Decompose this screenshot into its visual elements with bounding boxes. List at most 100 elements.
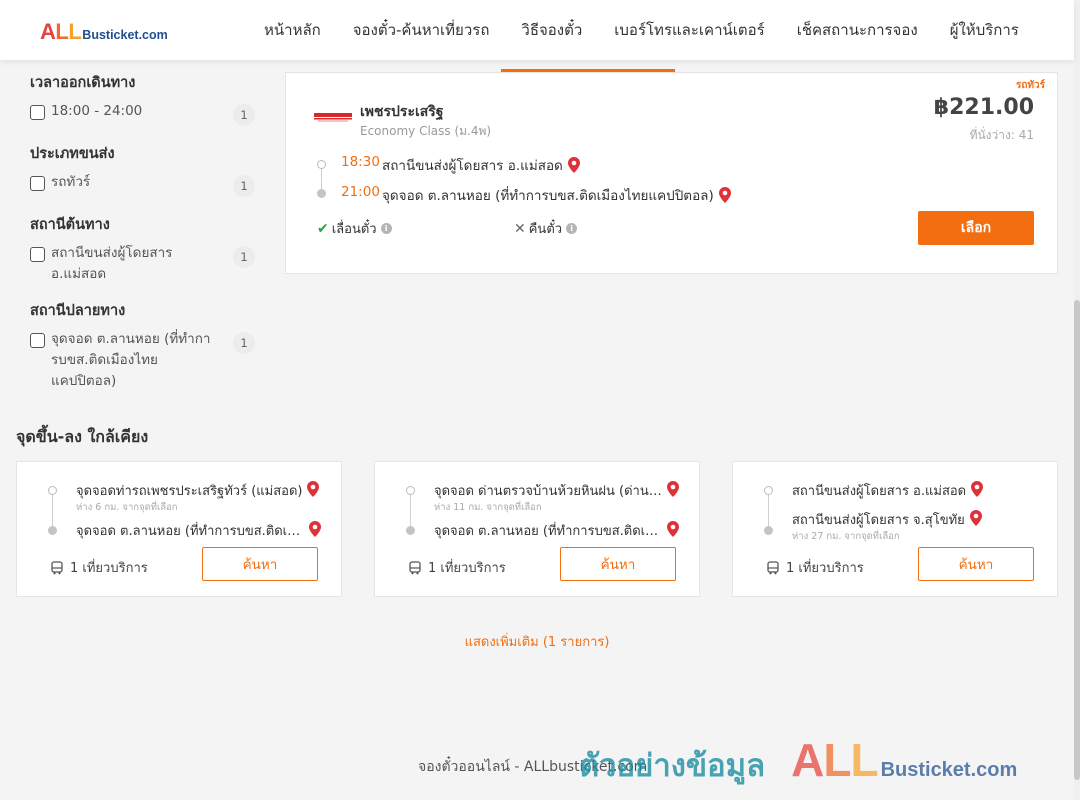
watermark-wordmark: Busticket.com: [880, 759, 1018, 781]
logo-all-letters: ALL: [40, 19, 82, 44]
nearby-to: จุดจอด ต.ลานหอย (ที่ทำการบขส.ติดเมืองไทย…: [76, 520, 328, 541]
map-pin-icon[interactable]: [971, 481, 984, 497]
seats-available: ที่นั่งว่าง: 41: [969, 128, 1034, 142]
map-pin-icon[interactable]: [667, 481, 679, 497]
nearby-trip-count: 1 เที่ยวบริการ: [50, 557, 148, 578]
filter-count-badge: 1: [233, 332, 255, 354]
feature-label: เลื่อนตั๋ว: [331, 222, 377, 237]
nearby-trip-count: 1 เที่ยวบริการ: [766, 557, 864, 578]
nav-home[interactable]: หน้าหลัก: [248, 18, 337, 42]
filter-count-badge: 1: [233, 175, 255, 197]
filter-checkbox[interactable]: [30, 105, 45, 120]
filter-count-badge: 1: [233, 104, 255, 126]
filter-origin: สถานีต้นทาง สถานีขนส่งผู้โดยสาร อ.แม่สอด…: [30, 213, 255, 285]
show-more-link[interactable]: แสดงเพิ่มเติม (1 รายการ): [0, 631, 1074, 652]
nav-operators[interactable]: ผู้ให้บริการ: [934, 18, 1035, 42]
arrival-time: 21:00: [341, 184, 380, 200]
nearby-to-name: จุดจอด ต.ลานหอย (ที่ทำการบขส.ติดเมืองไทย…: [76, 524, 304, 539]
filter-label[interactable]: 18:00 - 24:00: [51, 101, 221, 122]
trip-count-label: 1 เที่ยวบริการ: [70, 561, 148, 576]
filter-title: สถานีปลายทาง: [30, 303, 126, 319]
nearby-card: จุดจอด ด่านตรวจบ้านห้วยหินฝน (ด่านตรวจ) …: [374, 461, 700, 597]
map-pin-icon[interactable]: [309, 521, 321, 537]
filter-label[interactable]: รถทัวร์: [51, 172, 221, 193]
departure-stop: สถานีขนส่งผู้โดยสาร อ.แม่สอด: [382, 154, 580, 176]
filter-label[interactable]: จุดจอด ต.ลานหอย (ที่ทำการบขส.ติดเมืองไทย…: [51, 329, 221, 392]
nearby-search-button[interactable]: ค้นหา: [560, 547, 676, 581]
filter-option[interactable]: สถานีขนส่งผู้โดยสาร อ.แม่สอด 1: [30, 243, 255, 285]
logo-wordmark: Busticket.com: [82, 28, 168, 42]
scrollbar-thumb[interactable]: [1074, 300, 1080, 780]
filter-option[interactable]: จุดจอด ต.ลานหอย (ที่ทำการบขส.ติดเมืองไทย…: [30, 329, 255, 392]
filter-label[interactable]: สถานีขนส่งผู้โดยสาร อ.แม่สอด: [51, 243, 221, 285]
filter-checkbox[interactable]: [30, 247, 45, 262]
route-line: [768, 493, 769, 527]
departure-time: 18:30: [341, 154, 380, 170]
arrival-stop-name: จุดจอด ต.ลานหอย (ที่ทำการบขส.ติดเมืองไทย…: [382, 188, 714, 204]
filter-checkbox[interactable]: [30, 333, 45, 348]
filter-checkbox[interactable]: [30, 176, 45, 191]
site-logo[interactable]: ALL Busticket.com: [40, 19, 168, 45]
nearby-to: จุดจอด ต.ลานหอย (ที่ทำการบขส.ติดเมืองไทย…: [434, 520, 686, 541]
bus-icon: [51, 560, 63, 574]
map-pin-icon[interactable]: [969, 510, 982, 526]
departure-dot: [764, 486, 773, 495]
nearby-from-distance: ห่าง 6 กม. จากจุดที่เลือก: [76, 502, 178, 513]
watermark-sample-text: ตัวอย่างข้อมูล: [579, 748, 766, 784]
arrival-dot: [317, 189, 326, 198]
nearby-from-name: จุดจอด ด่านตรวจบ้านห้วยหินฝน (ด่านตรวจ): [434, 484, 662, 499]
filter-option[interactable]: 18:00 - 24:00 1: [30, 101, 255, 126]
seat-class: Economy Class (ม.4พ): [360, 124, 492, 138]
arrival-stop: จุดจอด ต.ลานหอย (ที่ทำการบขส.ติดเมืองไทย…: [382, 184, 731, 206]
nearby-from-name: จุดจอดท่ารถเพชรประเสริฐทัวร์ (แม่สอด): [76, 484, 303, 499]
filter-title: ประเภทขนส่ง: [30, 146, 115, 162]
nearby-card: จุดจอดท่ารถเพชรประเสริฐทัวร์ (แม่สอด) ห่…: [16, 461, 342, 597]
departure-stop-name: สถานีขนส่งผู้โดยสาร อ.แม่สอด: [382, 158, 563, 174]
arrival-dot: [764, 526, 773, 535]
check-icon: ✔: [317, 220, 329, 237]
filter-departure-time: เวลาออกเดินทาง 18:00 - 24:00 1: [30, 71, 255, 126]
arrival-dot: [48, 526, 57, 535]
filter-option[interactable]: รถทัวร์ 1: [30, 172, 255, 197]
nearby-card: สถานีขนส่งผู้โดยสาร อ.แม่สอด สถานีขนส่งผ…: [732, 461, 1058, 597]
nearby-to: สถานีขนส่งผู้โดยสาร จ.สุโขทัย: [792, 509, 1044, 530]
nearby-from-name: สถานีขนส่งผู้โดยสาร อ.แม่สอด: [792, 484, 967, 499]
filter-title: เวลาออกเดินทาง: [30, 75, 136, 91]
filter-destination: สถานีปลายทาง จุดจอด ต.ลานหอย (ที่ทำการบข…: [30, 299, 255, 392]
operator-logo: [314, 113, 352, 122]
departure-dot: [48, 486, 57, 495]
filter-title: สถานีต้นทาง: [30, 217, 110, 233]
nav-contact-counters[interactable]: เบอร์โทรและเคาน์เตอร์: [598, 18, 780, 42]
main-nav: หน้าหลัก จองตั๋ว-ค้นหาเที่ยวรถ วิธีจองตั…: [248, 0, 1035, 60]
nearby-from-distance: ห่าง 11 กม. จากจุดที่เลือก: [434, 502, 542, 513]
map-pin-icon[interactable]: [307, 481, 320, 497]
nav-how-to-book[interactable]: วิธีจองตั๋ว: [505, 18, 598, 42]
nearby-section-title: จุดขึ้น-ลง ใกล้เคียง: [16, 427, 149, 446]
select-trip-button[interactable]: เลือก: [918, 211, 1034, 245]
operator-name: เพชรประเสริฐ: [360, 104, 444, 120]
filter-transport-type: ประเภทขนส่ง รถทัวร์ 1: [30, 142, 255, 197]
bus-icon: [409, 560, 421, 574]
nearby-search-button[interactable]: ค้นหา: [202, 547, 318, 581]
page-scrollbar[interactable]: [1074, 0, 1080, 800]
ticket-price: ฿221.00: [933, 95, 1034, 120]
info-icon[interactable]: i: [380, 223, 392, 234]
departure-dot: [406, 486, 415, 495]
feature-reschedule: ✔ เลื่อนตั๋ว i: [317, 218, 392, 239]
trip-result-card: รถทัวร์ เพชรประเสริฐ Economy Class (ม.4พ…: [285, 73, 1058, 274]
map-pin-icon[interactable]: [567, 157, 580, 173]
nav-book-search[interactable]: จองตั๋ว-ค้นหาเที่ยวรถ: [337, 18, 506, 42]
watermark: ตัวอย่างข้อมูล ALL Busticket.com: [579, 733, 1017, 790]
info-icon[interactable]: i: [566, 223, 578, 234]
nearby-to-name: สถานีขนส่งผู้โดยสาร จ.สุโขทัย: [792, 513, 965, 528]
trip-count-label: 1 เที่ยวบริการ: [786, 561, 864, 576]
map-pin-icon[interactable]: [718, 187, 731, 203]
cross-icon: ✕: [514, 220, 526, 237]
vehicle-type-tag: รถทัวร์: [1015, 80, 1045, 91]
nearby-from: จุดจอดท่ารถเพชรประเสริฐทัวร์ (แม่สอด): [76, 480, 328, 501]
nav-check-booking[interactable]: เช็คสถานะการจอง: [781, 18, 934, 42]
map-pin-icon[interactable]: [667, 521, 679, 537]
nearby-search-button[interactable]: ค้นหา: [918, 547, 1034, 581]
nearby-from: จุดจอด ด่านตรวจบ้านห้วยหินฝน (ด่านตรวจ): [434, 480, 686, 501]
feature-label: คืนตั๋ว: [528, 222, 563, 237]
